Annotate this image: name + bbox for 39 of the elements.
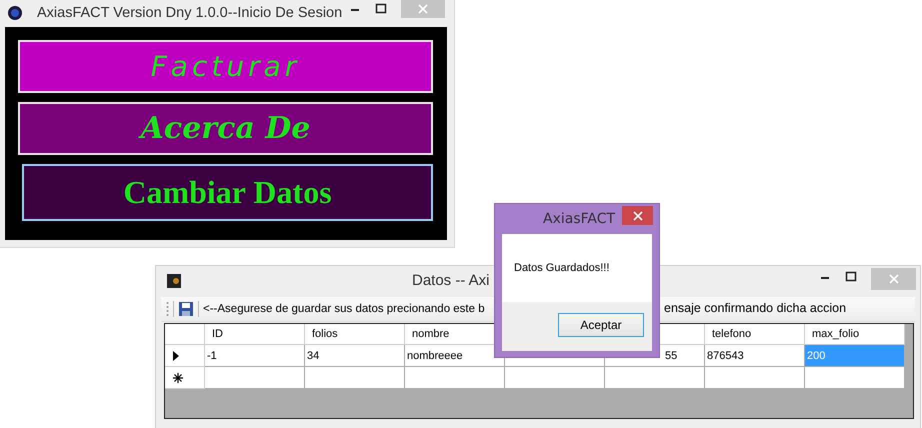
sphere-icon: [7, 5, 23, 21]
close-icon: [888, 274, 898, 284]
accept-button[interactable]: Aceptar: [558, 313, 644, 337]
table-cell[interactable]: [505, 367, 605, 389]
table-cell[interactable]: [305, 367, 405, 389]
row-pointer-icon: [173, 350, 179, 360]
dialog-message: Datos Guardados!!!: [514, 262, 610, 274]
row-header[interactable]: [165, 345, 205, 367]
table-cell[interactable]: [205, 367, 305, 389]
table-cell[interactable]: 34: [305, 345, 405, 367]
menu-button[interactable]: Acerca De: [18, 102, 433, 155]
new-row-icon: [173, 372, 183, 382]
menu-button[interactable]: Cambiar Datos: [22, 164, 433, 221]
app-icon: [167, 274, 181, 288]
maximize-icon[interactable]: [845, 271, 857, 283]
column-header[interactable]: max_folio: [805, 324, 905, 345]
table-cell[interactable]: nombreeee: [405, 345, 505, 367]
dialog-title: AxiasFACT: [543, 211, 616, 227]
column-header[interactable]: telefono: [705, 324, 805, 345]
close-button[interactable]: [622, 206, 653, 225]
window-title: Datos -- Axi: [412, 272, 490, 289]
toolbar-label: <--Asegurese de guardar sus datos precionando este b: [203, 303, 485, 315]
table-cell[interactable]: [605, 367, 705, 389]
grip-icon: [166, 301, 169, 317]
maximize-icon[interactable]: [375, 3, 387, 15]
close-icon: [632, 210, 642, 220]
column-header[interactable]: ID: [205, 324, 305, 345]
table-cell[interactable]: 876543: [705, 345, 805, 367]
toolbar-label: ensaje confirmando dicha accion: [664, 301, 846, 315]
column-header[interactable]: folios: [305, 324, 405, 345]
table-cell[interactable]: [405, 367, 505, 389]
table-cell[interactable]: -1: [205, 345, 305, 367]
corner-header: [165, 324, 205, 345]
row-header[interactable]: [165, 367, 205, 389]
table-cell[interactable]: [805, 367, 905, 389]
window-title: AxiasFACT Version Dny 1.0.0--Inicio De Sesion: [37, 5, 342, 21]
close-icon: [418, 4, 428, 14]
save-icon[interactable]: [178, 301, 194, 317]
table-cell[interactable]: [705, 367, 805, 389]
